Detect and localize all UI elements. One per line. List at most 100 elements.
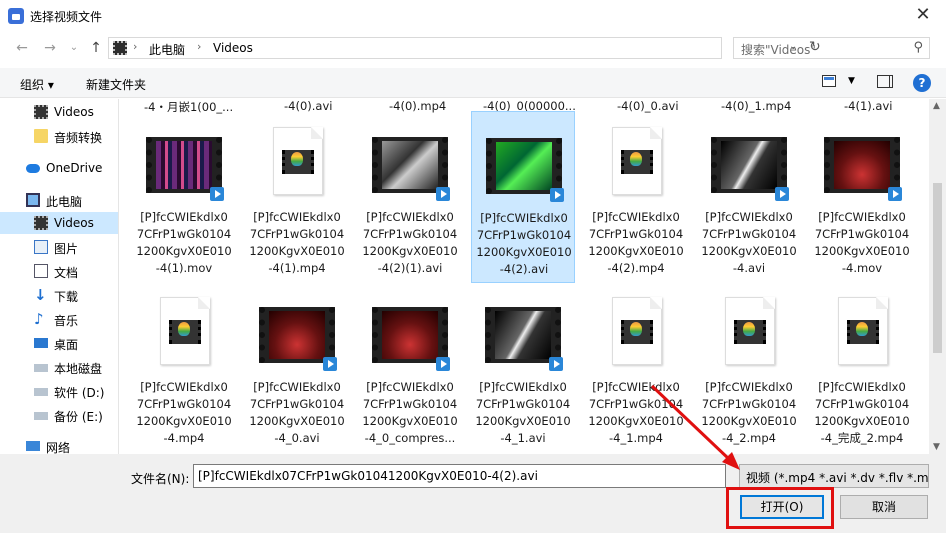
- file-name: [P]fcCWIEkdlx0 7CFrP1wGk0104 1200KgvX0E010…: [699, 209, 799, 277]
- file-name-line: -4.avi: [732, 261, 766, 275]
- sidebar-item-downloads[interactable]: ↓ 下载: [0, 284, 118, 306]
- file-name-line: -4_1.mp4: [608, 431, 663, 445]
- sidebar-item-audio-convert[interactable]: 音频转换: [0, 125, 118, 147]
- search-icon[interactable]: ⚲: [913, 40, 923, 55]
- sidebar-item-videos-quick[interactable]: Videos: [0, 101, 118, 123]
- thumbnail-scene: [496, 142, 552, 190]
- folder-icon: [34, 129, 48, 143]
- file-item[interactable]: [P]fcCWIEkdlx0 7CFrP1wGk0104 1200KgvX0E010…: [584, 281, 688, 453]
- file-item[interactable]: [P]fcCWIEkdlx0 7CFrP1wGk0104 1200KgvX0E010…: [810, 281, 914, 453]
- sidebar-item-drive-d[interactable]: 软件 (D:): [0, 380, 118, 402]
- pictures-icon: [34, 240, 48, 254]
- video-file-icon: [822, 291, 902, 371]
- computer-icon: [26, 193, 40, 207]
- file-item[interactable]: [P]fcCWIEkdlx0 7CFrP1wGk0104 1200KgvX0E010…: [245, 281, 349, 453]
- file-item[interactable]: [P]fcCWIEkdlx0 7CFrP1wGk0104 1200KgvX0E010…: [697, 281, 801, 453]
- sidebar-item-drive-e[interactable]: 备份 (E:): [0, 404, 118, 426]
- file-name-line: [P]fcCWIEkdlx0: [140, 210, 228, 224]
- forward-arrow-icon[interactable]: →: [40, 38, 60, 58]
- back-arrow-icon[interactable]: ←: [12, 38, 32, 58]
- file-name: [P]fcCWIEkdlx0 7CFrP1wGk0104 1200KgvX0E010…: [360, 209, 460, 277]
- drive-icon: [34, 364, 48, 372]
- vertical-scrollbar[interactable]: ▲ ▼: [929, 99, 946, 454]
- play-badge-icon: [775, 187, 789, 201]
- sidebar-item-pictures[interactable]: 图片: [0, 236, 118, 258]
- help-icon[interactable]: ?: [913, 74, 931, 92]
- search-input[interactable]: 搜索"Videos": [741, 41, 816, 58]
- play-badge-icon: [436, 357, 450, 371]
- search-box[interactable]: 搜索"Videos" ⚲: [733, 37, 930, 59]
- file-name: [P]fcCWIEkdlx0 7CFrP1wGk0104 1200KgvX0E010…: [474, 210, 574, 278]
- documents-icon: [34, 264, 48, 278]
- sidebar-item-label: 音乐: [54, 314, 79, 328]
- play-badge-icon: [323, 357, 337, 371]
- file-list: -4・月嵌1(00_... -4(0).avi -4(0).mp4 -4(0)_…: [119, 99, 929, 454]
- file-name-line: -4(1).mp4: [268, 261, 326, 275]
- sidebar-item-documents[interactable]: 文档: [0, 260, 118, 282]
- thumbnail-scene: [382, 141, 438, 189]
- sidebar-item-this-pc[interactable]: 此电脑: [0, 189, 118, 211]
- sidebar-item-videos[interactable]: Videos: [0, 212, 118, 234]
- file-item[interactable]: [P]fcCWIEkdlx0 7CFrP1wGk0104 1200KgvX0E010…: [358, 111, 462, 283]
- close-button[interactable]: ✕: [912, 4, 934, 26]
- recent-locations-icon[interactable]: ⌄: [64, 38, 84, 58]
- video-file-icon: [709, 291, 789, 371]
- file-item[interactable]: [P]fcCWIEkdlx0 7CFrP1wGk0104 1200KgvX0E010…: [132, 281, 236, 453]
- file-name-line: [P]fcCWIEkdlx0: [366, 380, 454, 394]
- file-name: [P]fcCWIEkdlx0 7CFrP1wGk0104 1200KgvX0E010…: [699, 379, 799, 447]
- sidebar-item-label: 桌面: [54, 338, 79, 352]
- breadcrumb-videos[interactable]: Videos: [213, 41, 253, 55]
- file-name-line: 7CFrP1wGk0104: [475, 397, 571, 411]
- file-name: [P]fcCWIEkdlx0 7CFrP1wGk0104 1200KgvX0E010…: [586, 379, 686, 447]
- desktop-icon: [34, 338, 48, 348]
- file-item[interactable]: [P]fcCWIEkdlx0 7CFrP1wGk0104 1200KgvX0E010…: [697, 111, 801, 283]
- file-name-line: [P]fcCWIEkdlx0: [592, 380, 680, 394]
- sidebar-item-desktop[interactable]: 桌面: [0, 332, 118, 354]
- address-bar[interactable]: › 此电脑 › Videos ⌄ ↻: [108, 37, 821, 59]
- scroll-down-icon[interactable]: ▼: [933, 442, 940, 452]
- up-arrow-icon[interactable]: ↑: [86, 38, 106, 58]
- file-name-line: 1200KgvX0E010: [701, 244, 797, 258]
- file-name-line: -4.mov: [841, 261, 883, 275]
- filetype-select[interactable]: 视频 (*.mp4 *.avi *.dv *.flv *.m: [739, 464, 929, 488]
- film-strip: [711, 137, 787, 193]
- scroll-up-icon[interactable]: ▲: [933, 101, 940, 111]
- file-name-line: 7CFrP1wGk0104: [136, 227, 232, 241]
- chevron-down-icon[interactable]: ▼: [848, 76, 855, 86]
- file-name-line: [P]fcCWIEkdlx0: [592, 210, 680, 224]
- sidebar-item-network[interactable]: 网络: [0, 435, 118, 454]
- view-options-icon[interactable]: [822, 75, 836, 87]
- play-badge-icon: [549, 357, 563, 371]
- media-player-icon: [282, 150, 314, 174]
- file-item[interactable]: [P]fcCWIEkdlx0 7CFrP1wGk0104 1200KgvX0E010…: [245, 111, 349, 283]
- sidebar-item-local-disk[interactable]: 本地磁盘: [0, 356, 118, 378]
- file-item[interactable]: [P]fcCWIEkdlx0 7CFrP1wGk0104 1200KgvX0E010…: [471, 111, 575, 283]
- new-folder-button[interactable]: 新建文件夹: [86, 76, 146, 93]
- file-item[interactable]: [P]fcCWIEkdlx0 7CFrP1wGk0104 1200KgvX0E010…: [358, 281, 462, 453]
- chevron-right-icon: ›: [197, 40, 202, 53]
- file-name-line: [P]fcCWIEkdlx0: [818, 380, 906, 394]
- file-item[interactable]: [P]fcCWIEkdlx0 7CFrP1wGk0104 1200KgvX0E010…: [584, 111, 688, 283]
- organize-button[interactable]: 组织 ▾: [20, 76, 54, 93]
- file-item[interactable]: [P]fcCWIEkdlx0 7CFrP1wGk0104 1200KgvX0E010…: [810, 111, 914, 283]
- sidebar-item-onedrive[interactable]: OneDrive: [0, 157, 118, 179]
- file-name-line: 7CFrP1wGk0104: [362, 227, 458, 241]
- filename-field[interactable]: [P]fcCWIEkdlx07CFrP1wGk01041200KgvX0E010…: [193, 464, 726, 488]
- sidebar-item-music[interactable]: ♪ 音乐: [0, 308, 118, 330]
- play-badge-icon: [550, 188, 564, 202]
- file-name-line: 1200KgvX0E010: [814, 414, 910, 428]
- drive-icon: [34, 388, 48, 396]
- file-item[interactable]: [P]fcCWIEkdlx0 7CFrP1wGk0104 1200KgvX0E010…: [132, 111, 236, 283]
- file-name-line: 1200KgvX0E010: [136, 414, 232, 428]
- preview-pane-icon[interactable]: [877, 75, 893, 88]
- breadcrumb-this-pc[interactable]: 此电脑: [149, 41, 185, 58]
- file-name-line: -4_0_compres...: [364, 431, 456, 445]
- file-name-line: 7CFrP1wGk0104: [362, 397, 458, 411]
- file-name-line: -4(2).avi: [499, 262, 549, 276]
- sidebar-item-label: 网络: [46, 441, 71, 454]
- file-item[interactable]: [P]fcCWIEkdlx0 7CFrP1wGk0104 1200KgvX0E010…: [471, 281, 575, 453]
- cancel-button[interactable]: 取消: [840, 495, 928, 519]
- scrollbar-thumb[interactable]: [933, 183, 942, 353]
- sidebar-item-label: Videos: [54, 216, 94, 230]
- play-badge-icon: [210, 187, 224, 201]
